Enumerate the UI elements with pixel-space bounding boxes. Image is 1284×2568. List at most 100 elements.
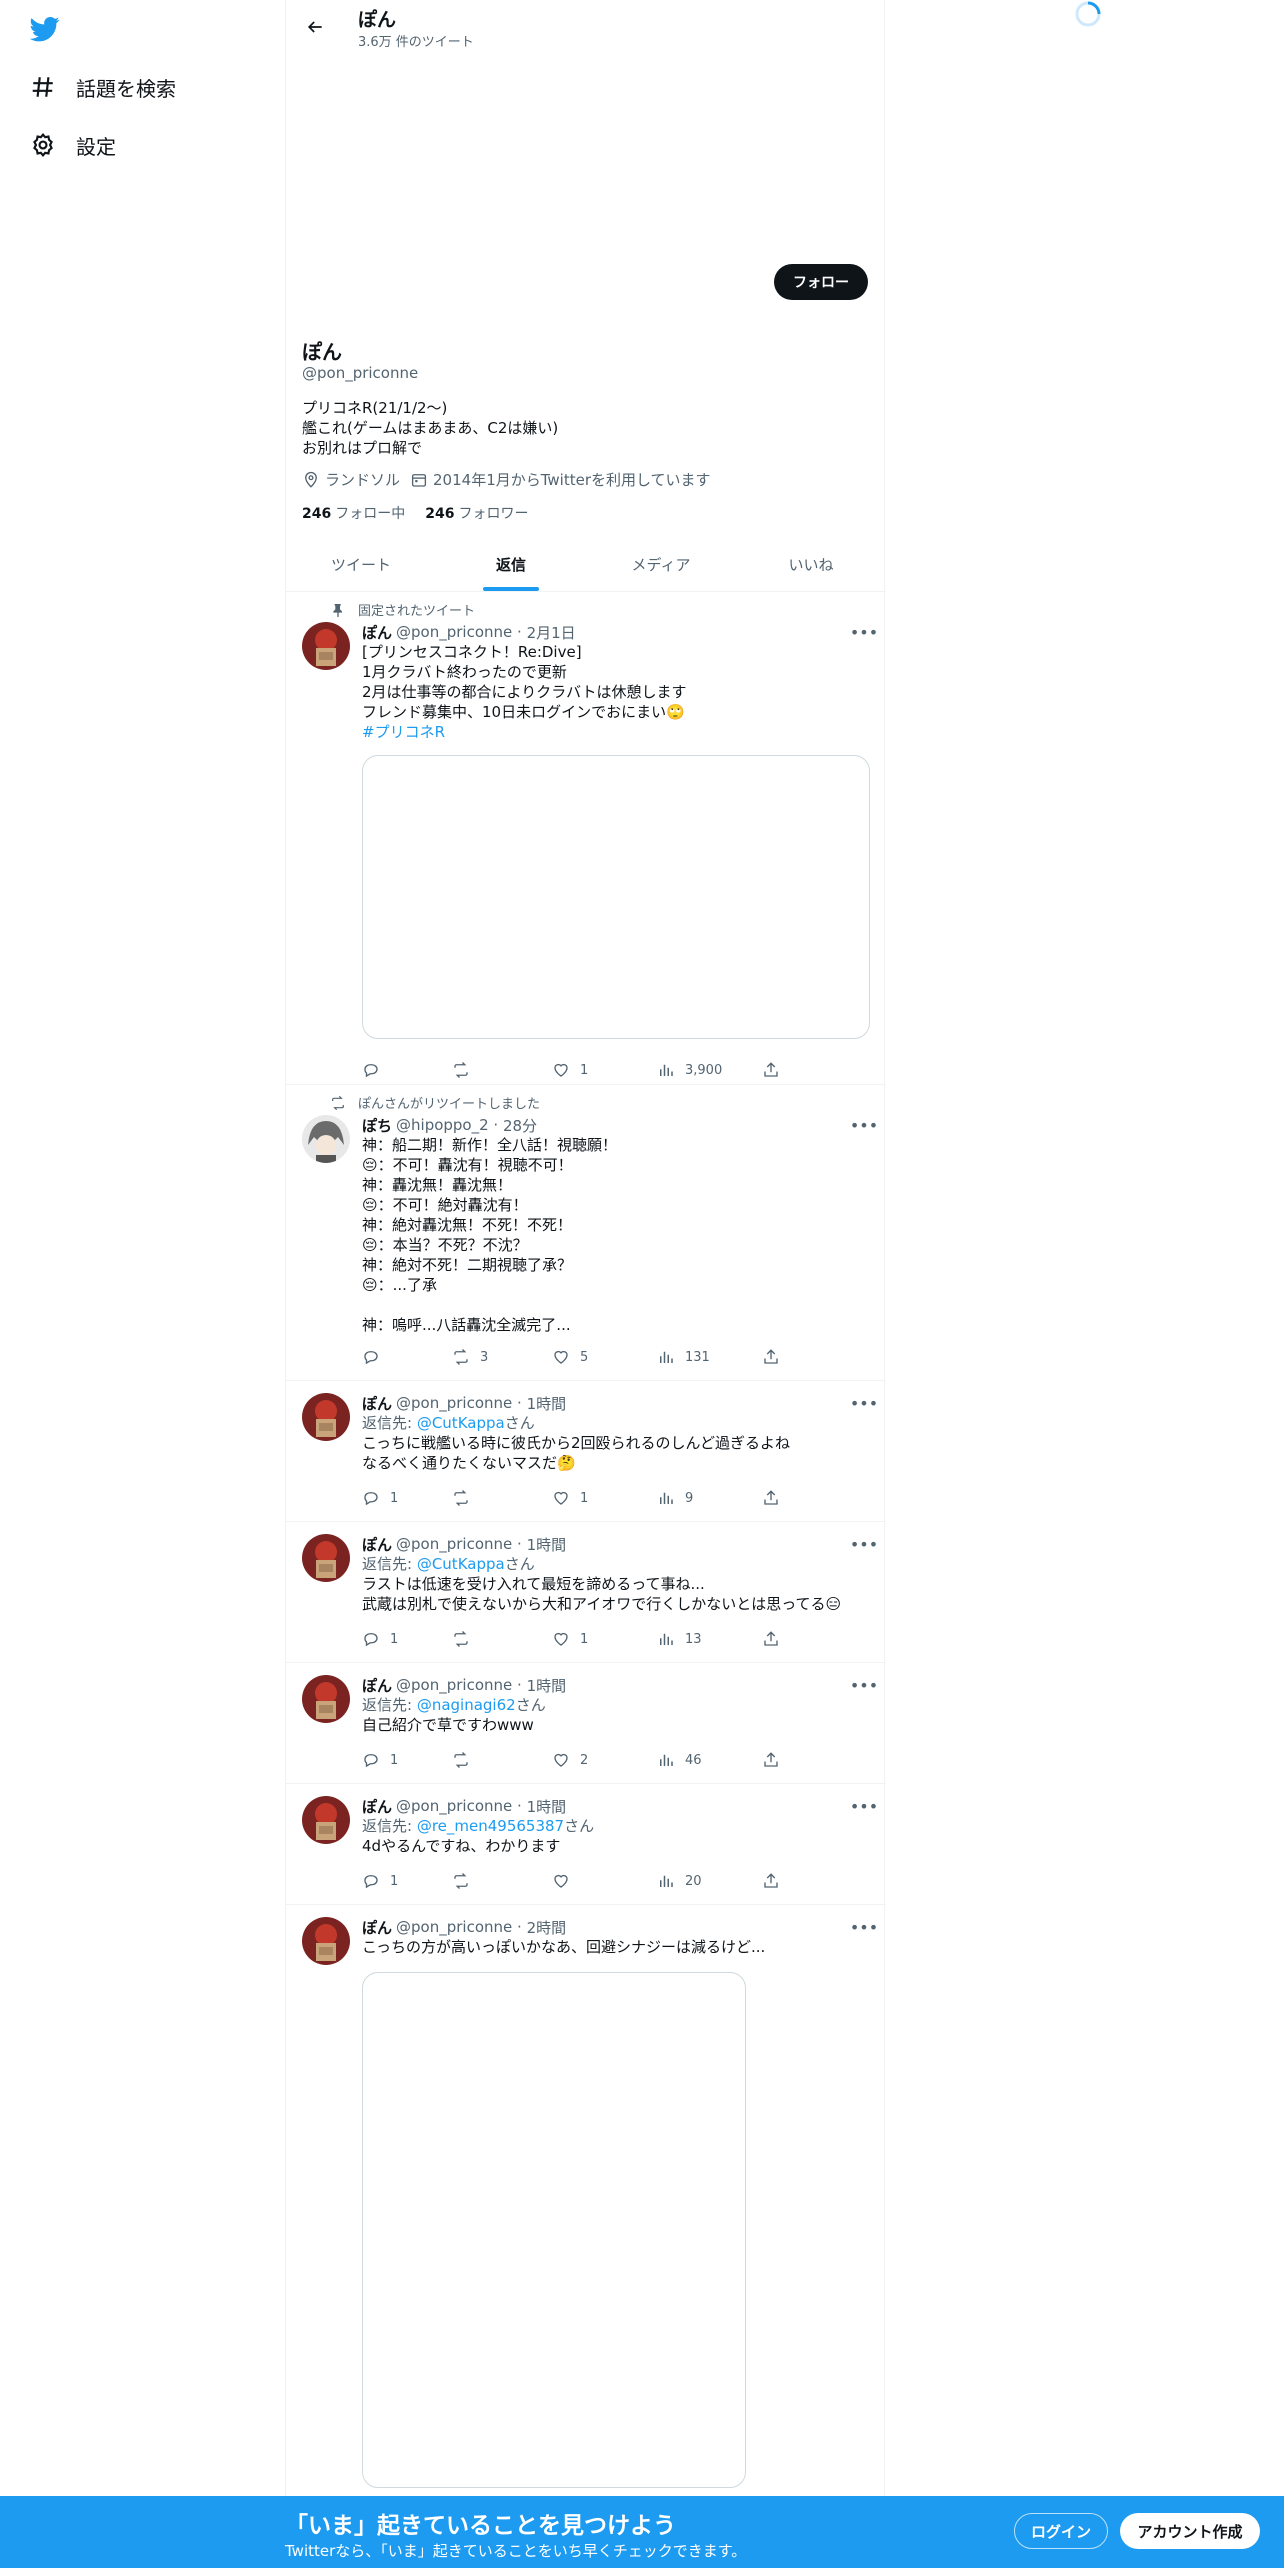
retweet-button[interactable] (452, 1489, 480, 1507)
reply-button[interactable]: 1 (362, 1489, 398, 1507)
like-button[interactable]: 1 (552, 1061, 588, 1079)
reply-button[interactable]: 1 (362, 1630, 398, 1648)
share-button[interactable] (762, 1751, 780, 1769)
signup-button[interactable]: アカウント作成 (1120, 2513, 1260, 2549)
tweet-pinned[interactable]: 固定されたツイート ぽん @pon_priconne · 2月1日 [プリンセス… (286, 592, 886, 1085)
more-options-icon[interactable]: ••• (850, 1534, 878, 1554)
like-button[interactable]: 5 (552, 1348, 588, 1366)
tab-tweets[interactable]: ツイート (286, 538, 436, 591)
reply-button[interactable] (362, 1061, 390, 1079)
tweet-author-handle[interactable]: @hipoppo_2 (396, 1116, 489, 1134)
share-button[interactable] (762, 1872, 780, 1890)
tweet-author-handle[interactable]: @pon_priconne (396, 1535, 512, 1553)
views-button[interactable]: 46 (657, 1751, 702, 1769)
tweet-reply[interactable]: ぽん @pon_priconne · 1時間 返信先: @CutKappaさん … (286, 1381, 886, 1522)
profile-name: ぽん (302, 340, 342, 364)
more-options-icon[interactable]: ••• (850, 1796, 878, 1816)
tweet-author-name[interactable]: ぽん (362, 1675, 392, 1696)
like-button[interactable]: 1 (552, 1630, 588, 1648)
tweet-reply[interactable]: ぽん @pon_priconne · 1時間 返信先: @CutKappaさん … (286, 1522, 886, 1663)
nav-settings[interactable]: 設定 (30, 125, 116, 165)
tweet-time[interactable]: 28分 (503, 1115, 537, 1136)
retweet-button[interactable] (452, 1872, 480, 1890)
signup-banner: 「いま」起きていることを見つけよう Twitterなら、「いま」起きていることを… (0, 2496, 1284, 2568)
views-button[interactable]: 9 (657, 1489, 693, 1507)
follow-button[interactable]: フォロー (774, 264, 868, 300)
followers-link[interactable]: 246 フォロワー (425, 503, 528, 523)
tweet-author-handle[interactable]: @pon_priconne (396, 1394, 512, 1412)
tweet-author-name[interactable]: ぽん (362, 1917, 392, 1938)
reply-button[interactable] (362, 1348, 390, 1366)
tweet-media[interactable] (362, 755, 870, 1039)
avatar-image (302, 1796, 350, 1844)
left-navigation: 話題を検索 設定 (0, 0, 285, 2568)
avatar[interactable] (302, 1917, 350, 1965)
tweet-header: ぽん @pon_priconne · 1時間 (362, 1796, 870, 1816)
reply-button[interactable]: 1 (362, 1872, 398, 1890)
retweet-button[interactable] (452, 1061, 480, 1079)
tweet-time[interactable]: 1時間 (527, 1675, 567, 1696)
reply-to: 返信先: @re_men49565387さん (362, 1816, 870, 1836)
tweet-author-handle[interactable]: @pon_priconne (396, 1918, 512, 1936)
tweet-author-name[interactable]: ぽん (362, 1393, 392, 1414)
tweet-time[interactable]: 2時間 (527, 1917, 567, 1938)
hashtag-link[interactable]: #プリコネR (362, 723, 445, 741)
tweet-reply[interactable]: ぽん @pon_priconne · 1時間 返信先: @re_men49565… (286, 1784, 886, 1905)
tweet-author-name[interactable]: ぽん (362, 622, 392, 643)
tweet-with-media[interactable]: ぽん @pon_priconne · 2時間 こっちの方が高いっぽいかなあ、回避… (286, 1905, 886, 2496)
reply-mention-link[interactable]: @CutKappa (417, 1414, 505, 1432)
share-button[interactable] (762, 1061, 780, 1079)
avatar[interactable] (302, 1534, 350, 1582)
tweet-media[interactable] (362, 1972, 746, 2488)
following-link[interactable]: 246 フォロー中 (302, 503, 405, 523)
more-options-icon[interactable]: ••• (850, 622, 878, 642)
tab-media[interactable]: メディア (586, 538, 736, 591)
retweet-icon (454, 1873, 468, 1889)
avatar[interactable] (302, 622, 350, 670)
back-button[interactable] (298, 10, 332, 44)
views-button[interactable]: 131 (657, 1348, 710, 1366)
nav-explore[interactable]: 話題を検索 (30, 67, 176, 107)
share-button[interactable] (762, 1348, 780, 1366)
twitter-logo-icon[interactable] (28, 14, 62, 44)
retweet-button[interactable] (452, 1751, 480, 1769)
reply-button[interactable]: 1 (362, 1751, 398, 1769)
share-button[interactable] (762, 1630, 780, 1648)
avatar[interactable] (302, 1393, 350, 1441)
more-options-icon[interactable]: ••• (850, 1393, 878, 1413)
tweet-reply[interactable]: ぽん @pon_priconne · 1時間 返信先: @naginagi62さ… (286, 1663, 886, 1784)
tweet-text: [プリンセスコネクト！Re:Dive] 1月クラバト終わったので更新 2月は仕事… (362, 642, 870, 742)
login-button[interactable]: ログイン (1014, 2513, 1108, 2549)
reply-mention-link[interactable]: @re_men49565387 (417, 1817, 564, 1835)
tweet-author-handle[interactable]: @pon_priconne (396, 1797, 512, 1815)
tweet-author-name[interactable]: ぽん (362, 1796, 392, 1817)
like-button[interactable]: 2 (552, 1751, 588, 1769)
retweet-button[interactable]: 3 (452, 1348, 488, 1366)
like-button[interactable]: 1 (552, 1489, 588, 1507)
tweet-author-handle[interactable]: @pon_priconne (396, 1676, 512, 1694)
like-button[interactable] (552, 1872, 580, 1890)
tweet-time[interactable]: 2月1日 (527, 622, 576, 643)
tweet-time[interactable]: 1時間 (527, 1534, 567, 1555)
more-options-icon[interactable]: ••• (850, 1115, 878, 1135)
views-button[interactable]: 3,900 (657, 1061, 722, 1079)
avatar[interactable] (302, 1796, 350, 1844)
tweet-author-name[interactable]: ぽち (362, 1115, 392, 1136)
views-button[interactable]: 13 (657, 1630, 702, 1648)
reply-mention-link[interactable]: @naginagi62 (417, 1696, 516, 1714)
tab-likes[interactable]: いいね (736, 538, 886, 591)
reply-mention-link[interactable]: @CutKappa (417, 1555, 505, 1573)
tweet-author-handle[interactable]: @pon_priconne (396, 623, 512, 641)
tweet-retweeted[interactable]: ぽんさんがリツイートしました ぽち @hipoppo_2 · 28分 神：船二期… (286, 1085, 886, 1381)
retweet-button[interactable] (452, 1630, 480, 1648)
tab-replies[interactable]: 返信 (436, 538, 586, 591)
avatar[interactable] (302, 1675, 350, 1723)
more-options-icon[interactable]: ••• (850, 1917, 878, 1937)
tweet-author-name[interactable]: ぽん (362, 1534, 392, 1555)
tweet-time[interactable]: 1時間 (527, 1796, 567, 1817)
more-options-icon[interactable]: ••• (850, 1675, 878, 1695)
views-button[interactable]: 20 (657, 1872, 702, 1890)
share-button[interactable] (762, 1489, 780, 1507)
avatar[interactable] (302, 1115, 350, 1163)
tweet-time[interactable]: 1時間 (527, 1393, 567, 1414)
